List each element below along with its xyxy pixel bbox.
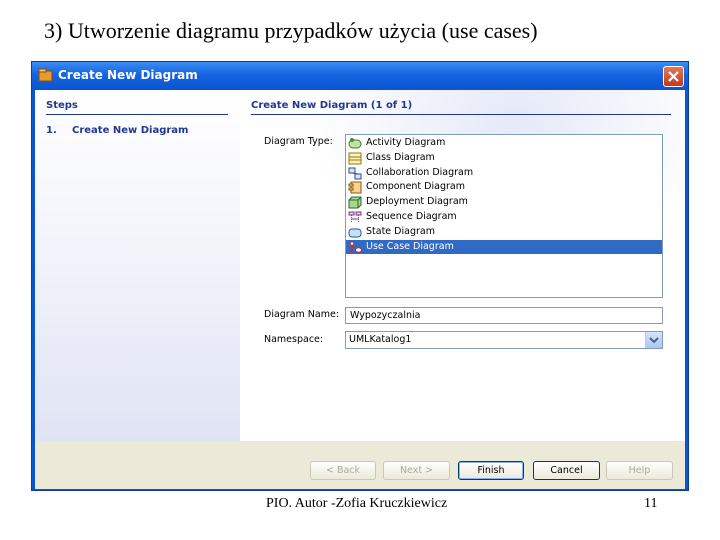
activity-diagram-icon	[348, 138, 362, 149]
list-item-label: Sequence Diagram	[366, 211, 457, 222]
namespace-label: Namespace:	[264, 334, 324, 345]
list-item-label: State Diagram	[366, 225, 435, 237]
back-button[interactable]: < Back	[310, 461, 376, 480]
dialog-title: Create New Diagram	[58, 68, 198, 82]
diagram-name-input[interactable]: Wypozyczalnia	[345, 307, 663, 324]
steps-divider	[46, 114, 228, 115]
finish-button[interactable]: Finish	[458, 461, 524, 480]
state-diagram-icon	[348, 228, 362, 238]
list-item-label: Use Case Diagram	[366, 240, 454, 252]
close-button[interactable]	[663, 66, 684, 87]
steps-header: Steps	[46, 100, 78, 111]
class-diagram-icon	[348, 152, 362, 165]
step-number: 1.	[46, 125, 57, 136]
list-item-deployment-diagram[interactable]: Deployment Diagram	[346, 195, 662, 210]
list-item-label: Class Diagram	[366, 151, 435, 163]
list-item-label: Component Diagram	[366, 181, 465, 193]
namespace-dropdown-button[interactable]	[645, 332, 662, 348]
cancel-button[interactable]: Cancel	[533, 461, 600, 480]
list-item-label: Activity Diagram	[366, 137, 446, 148]
list-item-class-diagram[interactable]: Class Diagram	[346, 151, 662, 166]
namespace-value: UMLKatalog1	[349, 334, 412, 345]
dialog-body: Steps 1. Create New Diagram Create New D…	[35, 90, 685, 489]
component-diagram-icon	[348, 181, 362, 194]
step-label: Create New Diagram	[72, 125, 189, 136]
content-divider	[251, 114, 671, 115]
help-button[interactable]: Help	[606, 461, 673, 480]
namespace-select[interactable]: UMLKatalog1	[345, 331, 663, 349]
steps-pane: Steps 1. Create New Diagram	[35, 90, 240, 441]
create-new-diagram-dialog: Create New Diagram Steps 1. Create New D…	[31, 61, 689, 491]
dialog-titlebar[interactable]: Create New Diagram	[32, 62, 688, 90]
list-item-component-diagram[interactable]: Component Diagram	[346, 180, 662, 195]
list-item-sequence-diagram[interactable]: Sequence Diagram	[346, 210, 662, 225]
list-item-state-diagram[interactable]: State Diagram	[346, 225, 662, 240]
slide-footer: PIO. Autor -Zofia Kruczkiewicz	[266, 496, 448, 511]
list-item-label: Deployment Diagram	[366, 196, 468, 208]
content-header: Create New Diagram (1 of 1)	[251, 100, 413, 111]
collaboration-diagram-icon	[348, 167, 362, 180]
list-item-activity-diagram[interactable]: Activity Diagram	[346, 136, 662, 151]
slide-title: 3) Utworzenie diagramu przypadków użycia…	[44, 18, 538, 43]
diagram-type-list[interactable]: Activity Diagram Class Diagram Collabora…	[345, 134, 663, 298]
chevron-down-icon	[649, 337, 659, 344]
diagram-type-label: Diagram Type:	[264, 136, 333, 147]
use-case-diagram-icon	[349, 240, 362, 253]
close-icon	[668, 71, 679, 82]
diagram-name-label: Diagram Name:	[264, 309, 340, 320]
content-pane: Create New Diagram (1 of 1) Diagram Type…	[240, 90, 685, 441]
deployment-diagram-icon	[348, 196, 362, 209]
page-number: 11	[644, 496, 658, 511]
app-icon	[38, 68, 53, 82]
sequence-diagram-icon	[348, 211, 362, 223]
list-item-use-case-diagram[interactable]: Use Case Diagram	[346, 239, 662, 255]
list-item-label: Collaboration Diagram	[366, 166, 474, 178]
next-button[interactable]: Next >	[383, 461, 450, 480]
list-item-collaboration-diagram[interactable]: Collaboration Diagram	[346, 166, 662, 181]
